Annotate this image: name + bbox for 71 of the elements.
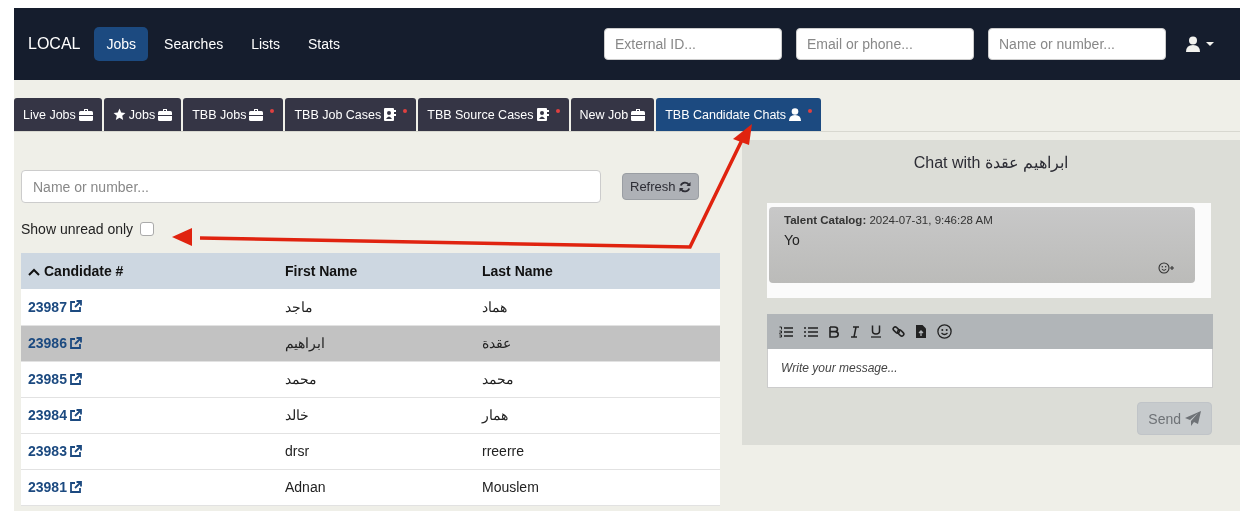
message-meta: Talent Catalog: 2024-07-31, 9:46:28 AM — [784, 214, 994, 226]
contact-card-icon — [536, 108, 549, 121]
tab[interactable]: Jobs — [103, 98, 182, 131]
filter-label: Show unread only — [21, 221, 134, 237]
external-link-icon — [68, 372, 82, 386]
underline-icon[interactable] — [871, 325, 881, 338]
unread-checkbox[interactable] — [140, 222, 155, 236]
refresh-icon — [678, 180, 691, 193]
nav-link[interactable]: Jobs — [94, 27, 149, 61]
table-cell: Mouslem — [482, 479, 539, 495]
candidate-link[interactable]: 23985 — [28, 371, 82, 387]
file-upload-icon[interactable] — [916, 325, 926, 338]
link-icon[interactable] — [892, 325, 905, 338]
refresh-button[interactable]: Refresh — [622, 173, 699, 200]
table-cell: Adnan — [285, 479, 326, 495]
table-row[interactable]: 23981 Adnan Mouslem — [21, 469, 720, 505]
bullet-list-icon[interactable] — [804, 325, 818, 338]
external-link-icon — [68, 480, 82, 494]
table-row[interactable]: 23983 drsr rreerre — [21, 433, 720, 469]
candidate-link[interactable]: 23983 — [28, 443, 82, 459]
italic-icon[interactable] — [850, 325, 860, 338]
user-menu-icon[interactable] — [1186, 36, 1216, 52]
briefcase-icon — [78, 108, 93, 121]
column-header[interactable]: First Name — [278, 253, 475, 289]
search-field[interactable]: Name or number... — [21, 170, 601, 203]
candidate-link[interactable]: 23984 — [28, 407, 82, 423]
briefcase-icon — [249, 108, 264, 121]
emoji-icon[interactable] — [937, 324, 952, 339]
tab[interactable]: TBB Jobs — [183, 98, 284, 131]
send-icon — [1185, 411, 1201, 426]
column-header[interactable]: Last Name — [475, 253, 720, 289]
candidate-link[interactable]: 23981 — [28, 479, 82, 495]
brand-logo[interactable]: LOCAL — [28, 35, 81, 53]
table-cell: drsr — [285, 443, 310, 459]
table-cell: محمد — [285, 371, 317, 387]
table-cell: عقدة — [482, 335, 511, 351]
external-link-icon — [68, 444, 82, 458]
search-field[interactable]: Email or phone... — [796, 28, 974, 60]
numbered-list-icon[interactable] — [779, 325, 793, 338]
nav-link[interactable]: Lists — [239, 27, 292, 61]
tab[interactable]: TBB Candidate Chats — [656, 98, 822, 131]
column-header[interactable]: Candidate # — [21, 253, 278, 289]
nav-link[interactable]: Stats — [296, 27, 352, 61]
message-input[interactable]: Write your message... — [767, 349, 1213, 388]
table-cell: خالد — [285, 407, 309, 423]
table-cell: rreerre — [482, 443, 524, 459]
candidate-link[interactable]: 23987 — [28, 298, 82, 315]
bold-icon[interactable] — [829, 325, 839, 338]
table-cell: ماجد — [285, 298, 313, 315]
external-link-icon — [68, 336, 82, 350]
chat-title: Chat with ابراهيم عقدة — [912, 153, 1070, 172]
tab[interactable]: TBB Source Cases — [418, 98, 569, 131]
user-icon — [789, 108, 802, 121]
briefcase-icon — [631, 108, 646, 121]
table-cell: هماد — [482, 298, 507, 315]
candidate-link[interactable]: 23986 — [28, 335, 82, 351]
table-cell: ابراهيم — [285, 335, 325, 351]
briefcase-icon — [158, 108, 173, 121]
add-reaction-icon[interactable] — [1158, 262, 1175, 274]
table-cell: همار — [482, 407, 508, 423]
search-field[interactable]: Name or number... — [988, 28, 1166, 60]
message-text: Yo — [784, 232, 801, 248]
tab[interactable]: New Job — [570, 98, 655, 131]
search-field[interactable]: External ID... — [604, 28, 782, 60]
external-link-icon — [68, 408, 82, 422]
table-cell: محمد — [482, 371, 514, 387]
external-link-icon — [68, 300, 82, 314]
tab[interactable]: TBB Job Cases — [285, 98, 417, 131]
tab[interactable]: Live Jobs — [14, 98, 102, 131]
contact-card-icon — [384, 108, 397, 121]
nav-link[interactable]: Searches — [152, 27, 236, 61]
